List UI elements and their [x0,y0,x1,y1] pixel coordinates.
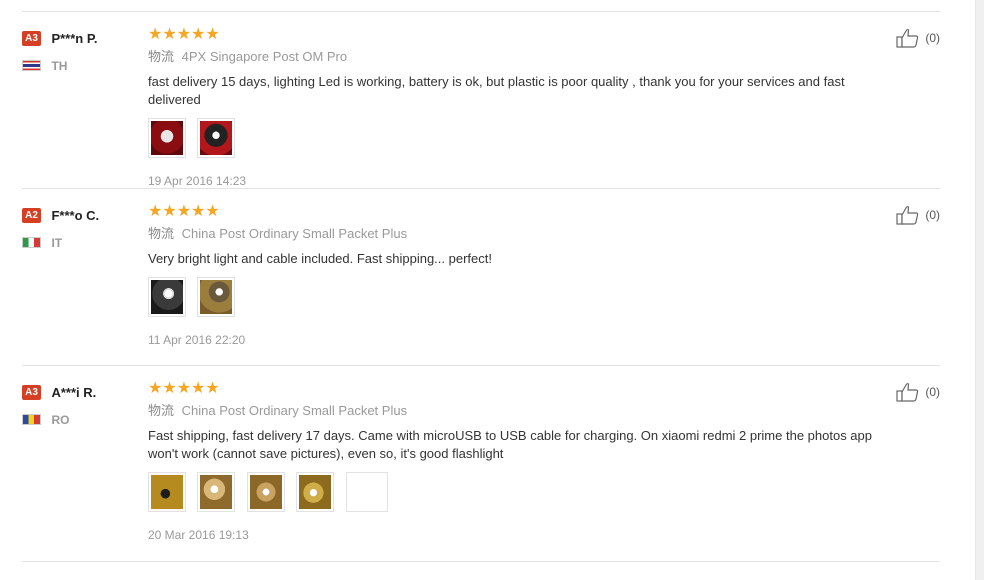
star-rating: ★★★★★ [148,380,220,397]
review-photo-thumbnail[interactable] [296,472,335,512]
logistics-method: China Post Ordinary Small Packet Plus [181,403,408,418]
review-item: A3 A***i R. RO ★★★★★ 物流 China Post Ordin… [22,365,940,562]
review-content: ★★★★★ 物流 4PX Singapore Post OM Pro fast … [148,26,888,189]
reviewer-info: A2 F***o C. IT [22,207,142,250]
review-date: 19 Apr 2016 14:23 [148,174,247,188]
helpful-count: (0) [925,385,940,399]
review-text: fast delivery 15 days, lighting Led is w… [148,74,845,107]
thumbs-up-icon [896,383,919,402]
logistics-info: 物流 China Post Ordinary Small Packet Plus [148,225,888,243]
helpful-button[interactable]: (0) [896,28,940,48]
review-photo-thumbnail[interactable] [197,277,236,317]
logistics-info: 物流 China Post Ordinary Small Packet Plus [148,402,888,420]
review-date: 20 Mar 2016 19:13 [148,528,249,542]
review-content: ★★★★★ 物流 China Post Ordinary Small Packe… [148,380,888,543]
review-photo-thumbnail[interactable] [197,118,236,158]
star-rating: ★★★★★ [148,26,220,43]
country-code: TH [51,58,68,73]
country-flag-icon [22,237,41,249]
helpful-button[interactable]: (0) [896,382,940,402]
review-photo-thumbnail[interactable] [345,472,388,512]
review-photo-thumbnail[interactable] [246,472,285,512]
reviewer-info: A3 A***i R. RO [22,384,142,427]
thumbs-up-icon [896,206,919,225]
review-item: A2 F***o C. IT ★★★★★ 物流 China Post Ordin… [22,188,940,366]
review-text: Fast shipping, fast delivery 17 days. Ca… [148,428,872,461]
country-code: RO [51,412,70,427]
logistics-label: 物流 [148,226,175,241]
review-photo-thumbnail[interactable] [148,277,186,317]
reviewer-name: P***n P. [51,31,98,47]
scrollbar[interactable] [975,0,984,580]
buyer-level-badge: A3 [22,31,41,47]
thumbs-up-icon [896,29,919,48]
logistics-label: 物流 [148,49,175,64]
review-photos [148,472,888,514]
review-text: Very bright light and cable included. Fa… [148,251,492,266]
star-rating: ★★★★★ [148,203,220,220]
country-code: IT [51,235,63,250]
review-photo-thumbnail[interactable] [197,472,236,512]
review-date: 11 Apr 2016 22:20 [148,333,246,347]
reviewer-name: A***i R. [51,385,97,401]
country-flag-icon [22,60,41,72]
review-photo-thumbnail[interactable] [148,472,186,512]
review-photos [148,277,888,319]
review-item: A3 P***n P. TH ★★★★★ 物流 4PX Singapore Po… [22,11,940,189]
logistics-info: 物流 4PX Singapore Post OM Pro [148,48,888,66]
reviewer-name: F***o C. [51,208,100,224]
review-content: ★★★★★ 物流 China Post Ordinary Small Packe… [148,203,888,348]
reviewer-info: A3 P***n P. TH [22,30,142,73]
logistics-label: 物流 [148,403,175,418]
helpful-button[interactable]: (0) [896,205,940,225]
logistics-method: China Post Ordinary Small Packet Plus [181,226,408,241]
review-photos [148,118,888,160]
logistics-method: 4PX Singapore Post OM Pro [181,49,348,64]
helpful-count: (0) [925,31,940,45]
buyer-level-badge: A3 [22,385,41,401]
helpful-count: (0) [925,208,940,222]
buyer-level-badge: A2 [22,208,41,224]
country-flag-icon [22,414,41,426]
review-photo-thumbnail[interactable] [148,118,186,158]
